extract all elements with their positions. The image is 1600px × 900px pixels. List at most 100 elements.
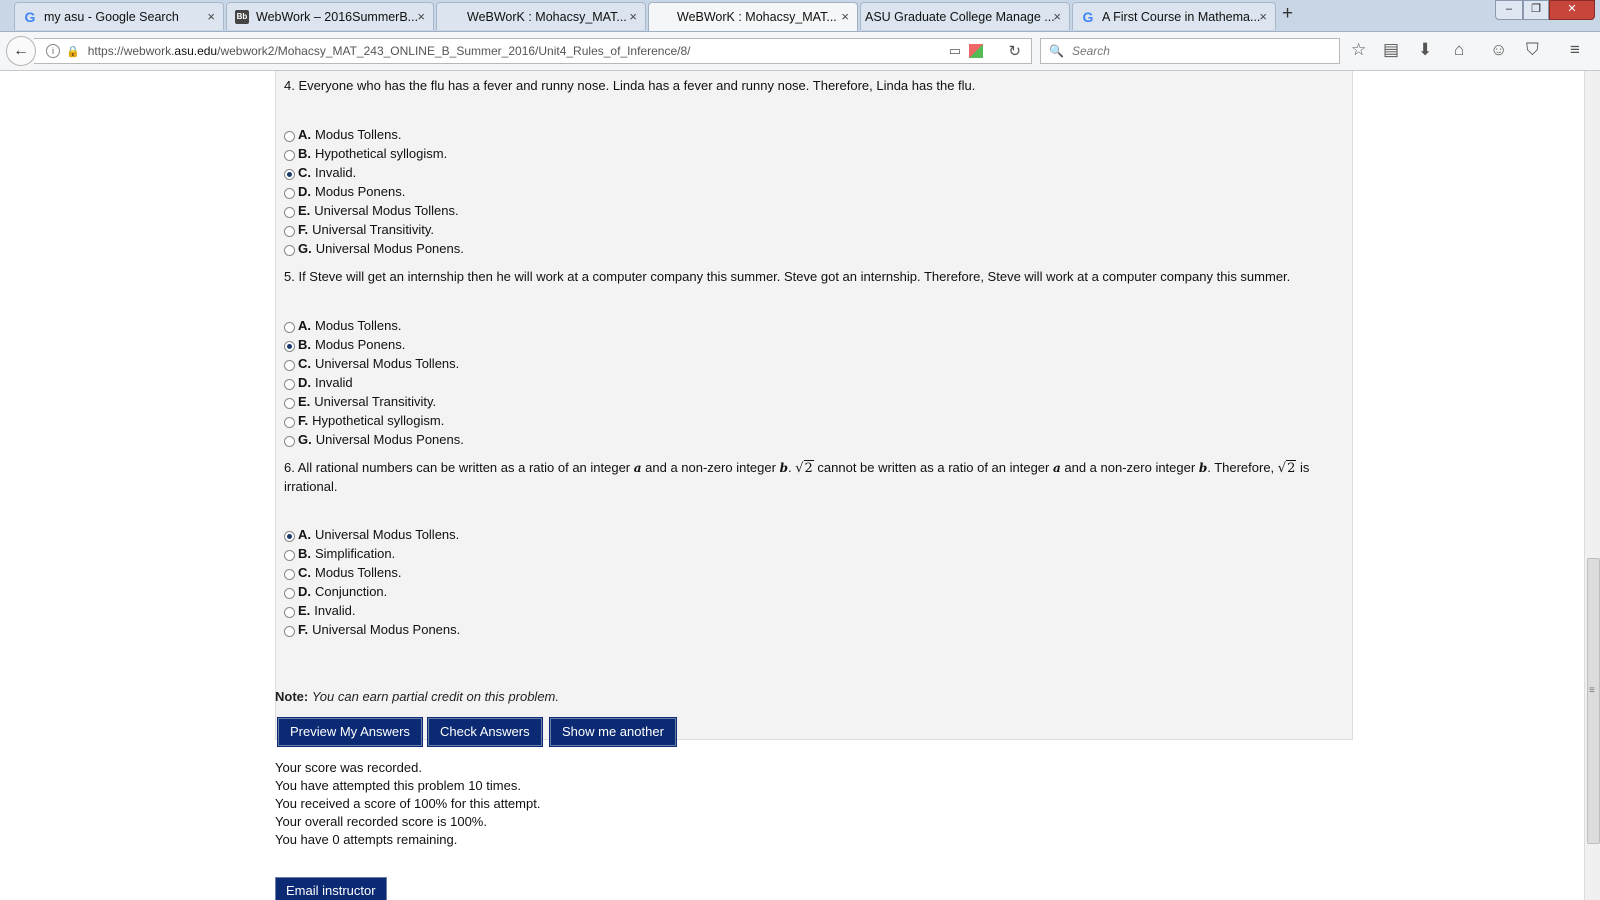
menu-icon[interactable]: ≡ bbox=[1570, 40, 1580, 60]
extension-icon[interactable] bbox=[969, 44, 983, 58]
radio-button-selected[interactable] bbox=[284, 168, 295, 180]
radio-button[interactable] bbox=[284, 549, 295, 561]
q4-option-g[interactable]: G. Universal Modus Ponens. bbox=[284, 239, 464, 257]
close-window-icon[interactable]: ✕ bbox=[1549, 0, 1595, 20]
url-text: https://webwork.asu.edu/webwork2/Mohacsy… bbox=[87, 44, 691, 58]
math-sqrt-2: √2 bbox=[1277, 460, 1297, 476]
lock-icon: 🔒 bbox=[66, 45, 80, 58]
tab-webwork-2016summerb[interactable]: Bb WebWork – 2016SummerB... × bbox=[226, 2, 434, 30]
radio-button[interactable] bbox=[284, 359, 295, 371]
preview-answers-button[interactable]: Preview My Answers bbox=[278, 718, 422, 746]
q5-option-e[interactable]: E. Universal Transitivity. bbox=[284, 392, 436, 410]
radio-button[interactable] bbox=[284, 187, 295, 199]
radio-button[interactable] bbox=[284, 416, 295, 428]
chat-icon[interactable]: ☺ bbox=[1490, 40, 1507, 60]
q6-option-d[interactable]: D. Conjunction. bbox=[284, 582, 387, 600]
attempts-count-text: You have attempted this problem 10 times… bbox=[275, 778, 521, 793]
downloads-icon[interactable]: ⬇ bbox=[1418, 40, 1432, 60]
tab-title: WeBWorK : Mohacsy_MAT... bbox=[677, 10, 837, 24]
radio-button[interactable] bbox=[284, 225, 295, 237]
bookmarks-list-icon[interactable]: ▤ bbox=[1383, 40, 1399, 60]
page-content: 4. Everyone who has the flu has a fever … bbox=[0, 71, 1584, 900]
tab-webwork-mohacsy-active[interactable]: WeBWorK : Mohacsy_MAT... × bbox=[648, 2, 858, 31]
minimize-icon[interactable]: – bbox=[1495, 0, 1523, 20]
home-icon[interactable]: ⌂ bbox=[1454, 40, 1464, 60]
info-icon[interactable]: i bbox=[46, 44, 60, 58]
q4-option-a[interactable]: A. Modus Tollens. bbox=[284, 125, 401, 143]
radio-button[interactable] bbox=[284, 321, 295, 333]
question-6-text: 6. All rational numbers can be written a… bbox=[284, 460, 1310, 494]
search-bar[interactable]: 🔍 bbox=[1040, 38, 1340, 64]
q6-option-c[interactable]: C. Modus Tollens. bbox=[284, 563, 401, 581]
q6-option-e[interactable]: E. Invalid. bbox=[284, 601, 356, 619]
q4-option-f[interactable]: F. Universal Transitivity. bbox=[284, 220, 434, 238]
q5-option-f[interactable]: F. Hypothetical syllogism. bbox=[284, 411, 444, 429]
math-sqrt-2: √2 bbox=[795, 460, 814, 476]
show-another-button[interactable]: Show me another bbox=[550, 718, 676, 746]
radio-button[interactable] bbox=[284, 130, 295, 142]
radio-button[interactable] bbox=[284, 206, 295, 218]
close-tab-icon[interactable]: × bbox=[1053, 9, 1061, 24]
problem-box bbox=[275, 71, 1353, 740]
math-variable-b: b bbox=[779, 461, 788, 475]
reload-icon[interactable]: ↻ bbox=[1008, 42, 1021, 60]
q6-option-b[interactable]: B. Simplification. bbox=[284, 544, 395, 562]
radio-button-selected[interactable] bbox=[284, 530, 295, 542]
radio-button[interactable] bbox=[284, 435, 295, 447]
check-answers-button[interactable]: Check Answers bbox=[428, 718, 542, 746]
reader-view-icon[interactable]: ▭ bbox=[949, 43, 961, 59]
question-5-text: 5. If Steve will get an internship then … bbox=[284, 269, 1291, 284]
q4-option-b[interactable]: B. Hypothetical syllogism. bbox=[284, 144, 447, 162]
tab-title: WebWork – 2016SummerB... bbox=[256, 9, 419, 24]
maximize-icon[interactable]: ❐ bbox=[1523, 0, 1549, 20]
tab-title: ASU Graduate College Manage ... bbox=[865, 9, 1055, 24]
search-icon: 🔍 bbox=[1049, 44, 1064, 58]
google-icon: G bbox=[1082, 8, 1094, 25]
radio-button[interactable] bbox=[284, 244, 295, 256]
tab-asu-graduate-college[interactable]: ASU Graduate College Manage ... × bbox=[860, 2, 1070, 30]
q4-option-c[interactable]: C. Invalid. bbox=[284, 163, 356, 181]
q6-option-a[interactable]: A. Universal Modus Tollens. bbox=[284, 525, 459, 543]
google-icon: G bbox=[24, 8, 36, 25]
bookmark-star-icon[interactable]: ☆ bbox=[1351, 40, 1366, 60]
attempt-score-text: You received a score of 100% for this at… bbox=[275, 796, 541, 811]
radio-button[interactable] bbox=[284, 625, 295, 637]
search-input[interactable] bbox=[1069, 43, 1334, 59]
q5-option-c[interactable]: C. Universal Modus Tollens. bbox=[284, 354, 459, 372]
q4-option-e[interactable]: E. Universal Modus Tollens. bbox=[284, 201, 459, 219]
q6-option-f[interactable]: F. Universal Modus Ponens. bbox=[284, 620, 460, 638]
q5-option-g[interactable]: G. Universal Modus Ponens. bbox=[284, 430, 464, 448]
close-tab-icon[interactable]: × bbox=[1259, 9, 1267, 24]
new-tab-button[interactable]: + bbox=[1282, 3, 1293, 25]
radio-button[interactable] bbox=[284, 378, 295, 390]
email-instructor-button[interactable]: Email instructor bbox=[275, 877, 387, 900]
tab-title: WeBWorK : Mohacsy_MAT... bbox=[467, 9, 627, 24]
tab-my-asu-google-search[interactable]: G my asu - Google Search × bbox=[14, 2, 224, 30]
q5-option-d[interactable]: D. Invalid bbox=[284, 373, 353, 391]
scrollbar-thumb[interactable] bbox=[1587, 558, 1600, 844]
q5-option-a[interactable]: A. Modus Tollens. bbox=[284, 316, 401, 334]
radio-button[interactable] bbox=[284, 606, 295, 618]
close-tab-icon[interactable]: × bbox=[841, 9, 849, 24]
close-tab-icon[interactable]: × bbox=[417, 9, 425, 24]
radio-button-selected[interactable] bbox=[284, 340, 295, 352]
vertical-scrollbar[interactable] bbox=[1584, 71, 1600, 900]
q5-option-b[interactable]: B. Modus Ponens. bbox=[284, 335, 405, 353]
tab-first-course-mathematics[interactable]: G A First Course in Mathema... × bbox=[1072, 2, 1276, 30]
window-controls: – ❐ ✕ bbox=[1495, 0, 1595, 20]
radio-button[interactable] bbox=[284, 397, 295, 409]
radio-button[interactable] bbox=[284, 149, 295, 161]
radio-button[interactable] bbox=[284, 587, 295, 599]
q4-option-d[interactable]: D. Modus Ponens. bbox=[284, 182, 405, 200]
math-variable-b: b bbox=[1198, 461, 1208, 475]
radio-button[interactable] bbox=[284, 568, 295, 580]
back-button[interactable]: ← bbox=[6, 36, 36, 66]
close-tab-icon[interactable]: × bbox=[629, 9, 637, 24]
pocket-icon[interactable]: ⛉ bbox=[1526, 40, 1539, 60]
tab-title: my asu - Google Search bbox=[44, 9, 179, 24]
close-tab-icon[interactable]: × bbox=[207, 9, 215, 24]
address-bar[interactable]: i 🔒 https://webwork.asu.edu/webwork2/Moh… bbox=[34, 38, 1032, 64]
tab-webwork-mohacsy-1[interactable]: WeBWorK : Mohacsy_MAT... × bbox=[436, 2, 646, 30]
overall-score-text: Your overall recorded score is 100%. bbox=[275, 814, 487, 829]
question-4-text: 4. Everyone who has the flu has a fever … bbox=[284, 78, 976, 93]
